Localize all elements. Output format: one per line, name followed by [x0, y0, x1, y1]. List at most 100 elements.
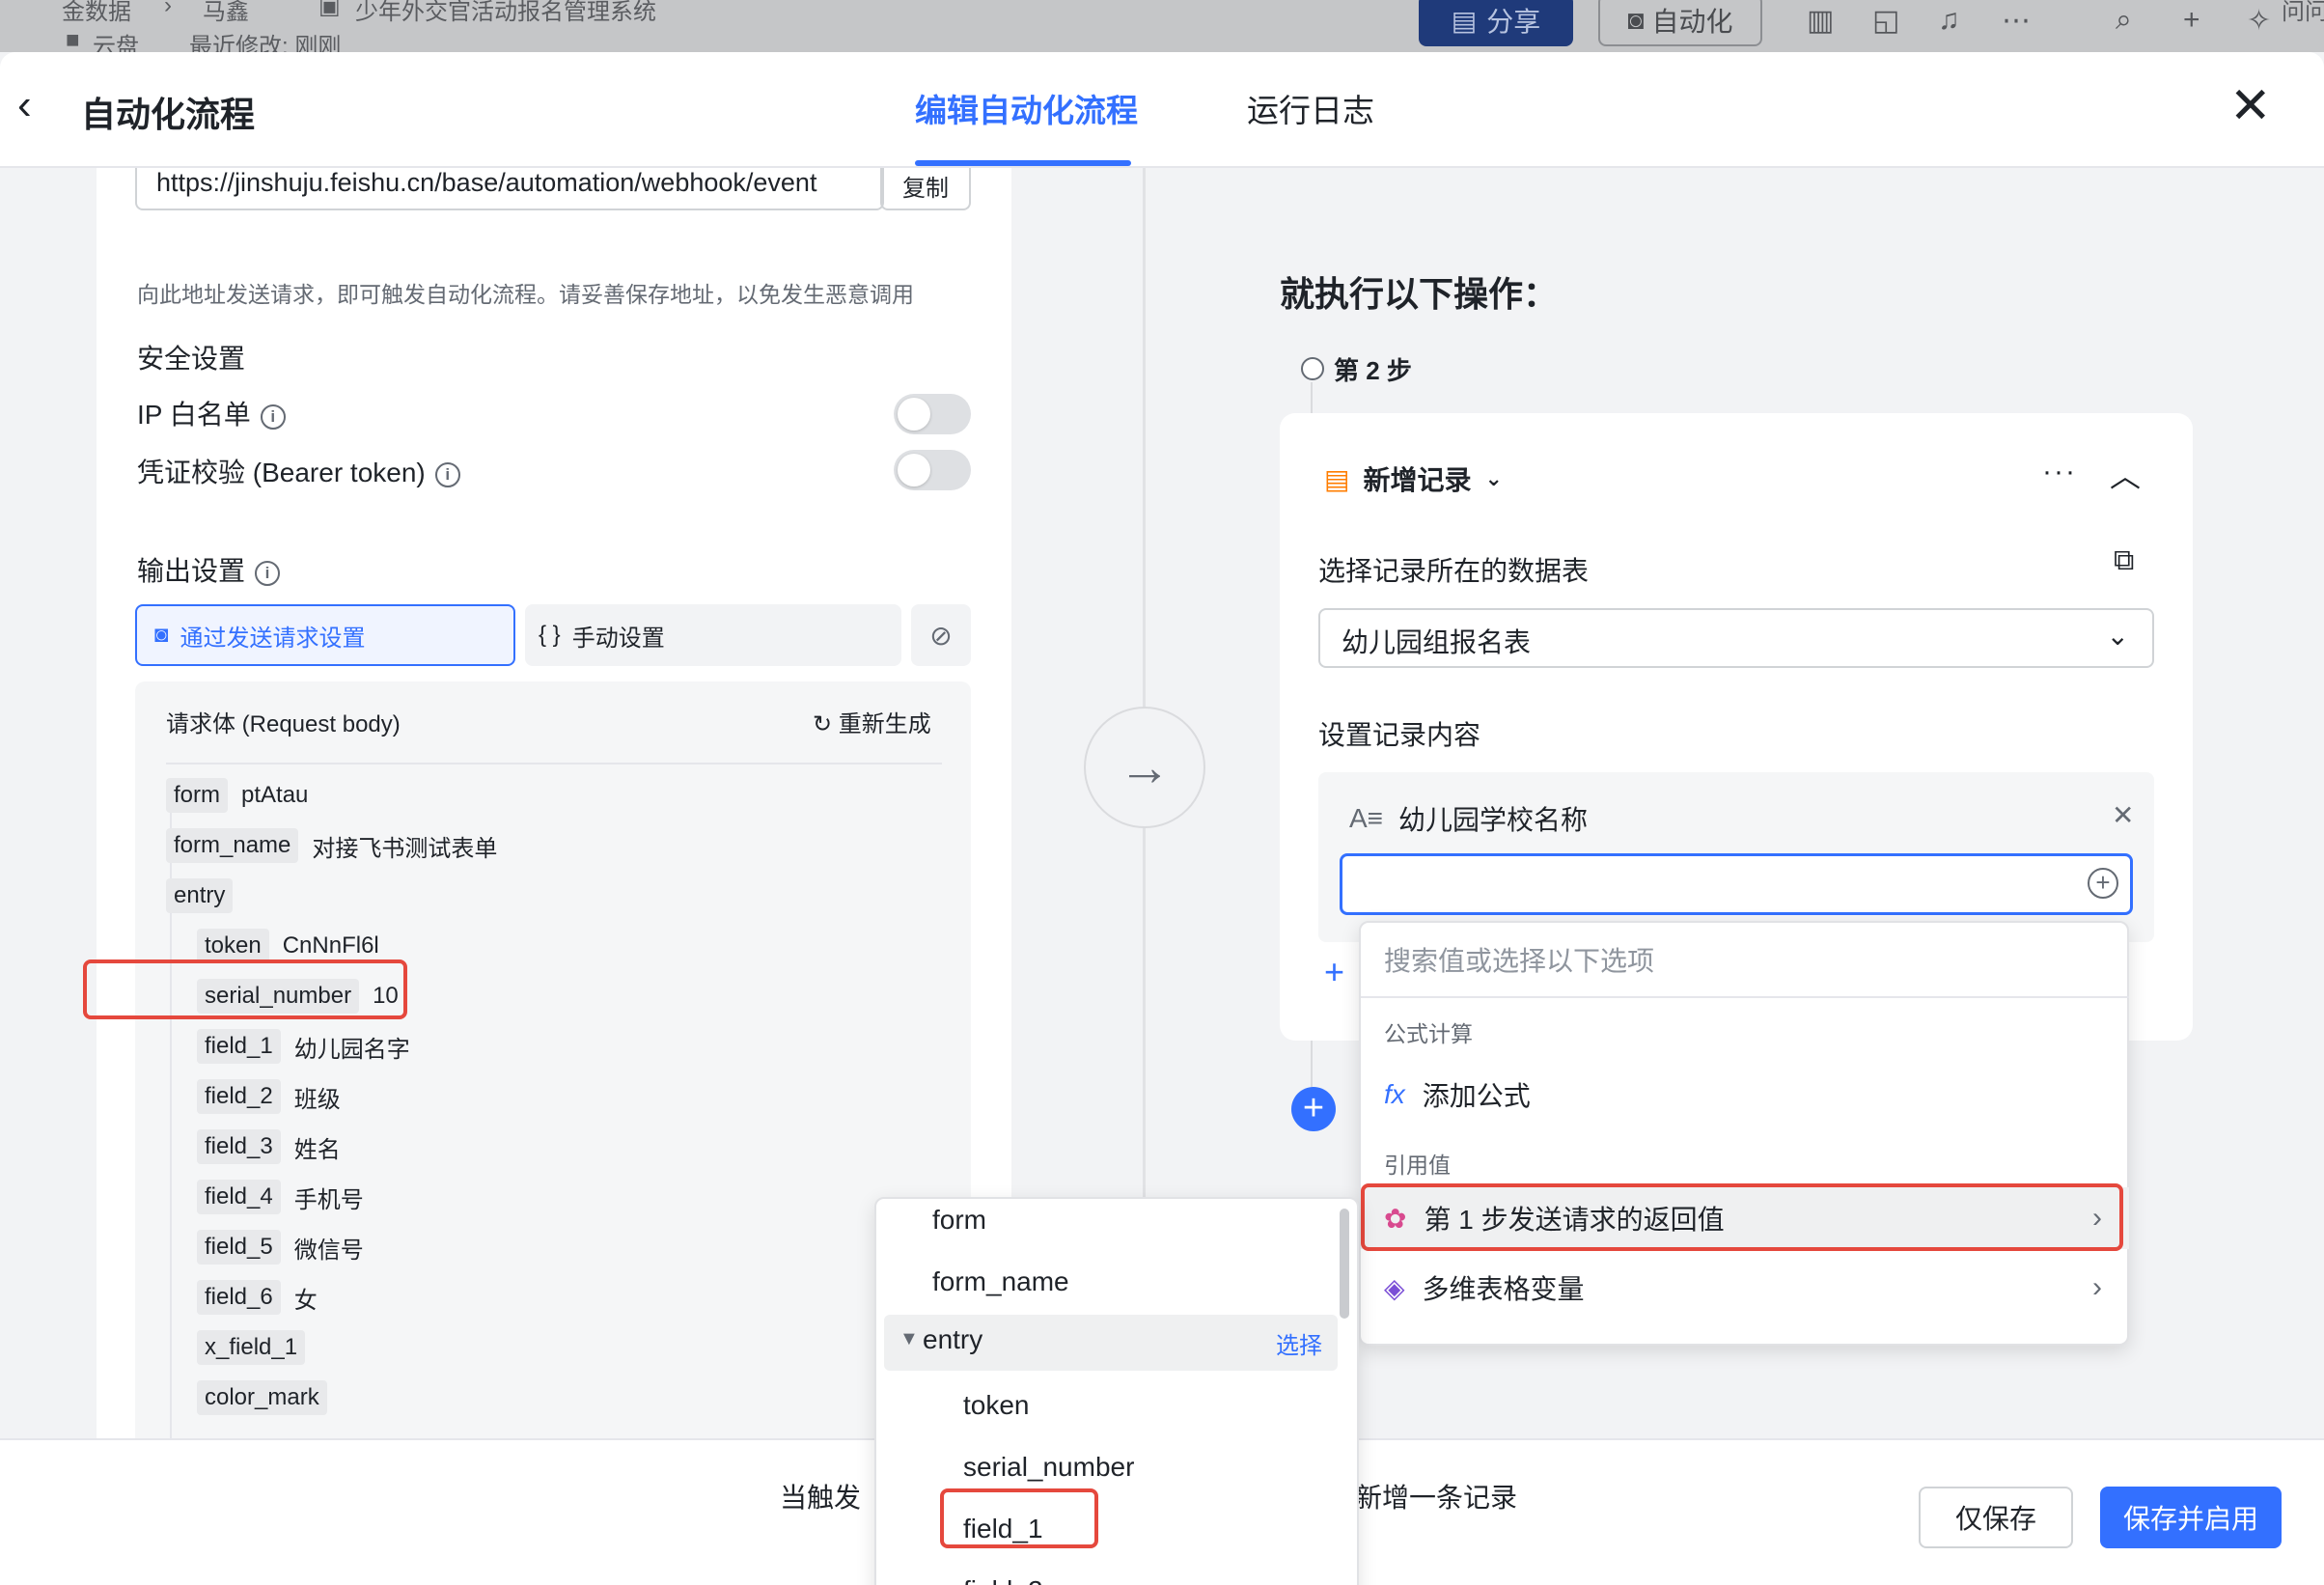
json-row: x_field_1	[197, 1330, 306, 1365]
output-title: 输出设置 i	[137, 550, 281, 589]
chevron-down-icon: ⌄	[2106, 621, 2129, 651]
folder-icon: ■	[66, 27, 80, 52]
ask-label[interactable]: 问问	[2282, 0, 2324, 26]
more-icon[interactable]: ···	[2042, 456, 2077, 488]
info-icon[interactable]: i	[260, 403, 286, 430]
add-field-icon[interactable]: +	[1324, 952, 1344, 992]
json-row: field_2 班级	[197, 1079, 341, 1114]
record-content-label: 设置记录内容	[1318, 720, 1481, 750]
output-option-request[interactable]: ◙ 通过发送请求设置	[135, 604, 515, 666]
action-heading: 就执行以下操作：	[1280, 274, 1559, 314]
group-label: 公式计算	[1384, 1021, 1473, 1046]
breadcrumb-item[interactable]: 马鑫	[203, 0, 249, 26]
automation-button[interactable]: ◙ 自动化	[1598, 0, 1762, 46]
chevron-left-icon[interactable]: ‹	[17, 81, 32, 129]
flow-summary-tail: 新增一条记录	[1355, 1483, 1518, 1513]
save-enable-button[interactable]: 保存并启用	[2100, 1487, 2282, 1548]
ip-whitelist-toggle[interactable]	[894, 394, 971, 434]
divider	[166, 763, 942, 765]
layers-icon: ◈	[1384, 1272, 1405, 1303]
tab-edit-flow[interactable]: 编辑自动化流程	[915, 85, 1138, 131]
app-topbar: 金数据 › 马鑫 ▣ 少年外交官活动报名管理系统 ■ 云盘 最近修改: 刚刚 ▤…	[0, 0, 2324, 52]
action-type-selector[interactable]: ▤ 新增记录 ⌄	[1324, 459, 1503, 498]
share-icon: ▤	[1451, 5, 1478, 36]
form-icon[interactable]: ▥	[1807, 4, 1834, 38]
plugin-icon[interactable]: ◱	[1872, 4, 1899, 38]
field-name: A≡ 幼儿园学校名称	[1349, 803, 1589, 835]
ban-icon: ⊘	[929, 620, 953, 651]
json-row: field_1 幼儿园名字	[197, 1029, 410, 1064]
add-circle-icon[interactable]: +	[2088, 868, 2118, 899]
webhook-url-field[interactable]: https://jinshuju.feishu.cn/base/automati…	[135, 168, 884, 210]
bearer-token-toggle[interactable]	[894, 450, 971, 490]
table-select[interactable]: 幼儿园组报名表 ⌄	[1318, 608, 2154, 668]
modified-label: 最近修改: 刚刚	[189, 34, 342, 52]
request-body-title: 请求体 (Request body)	[166, 711, 401, 737]
field-option[interactable]: token	[963, 1390, 1030, 1421]
field-value-input[interactable]: +	[1340, 853, 2133, 915]
modal-header: ‹ 自动化流程 编辑自动化流程 运行日志 ✕	[0, 52, 2324, 168]
field-option[interactable]: serial_number	[963, 1452, 1134, 1483]
app-icon: ▣	[318, 0, 341, 19]
robot-icon: ◙	[1627, 5, 1645, 35]
info-icon[interactable]: i	[434, 461, 460, 487]
highlight-box	[1361, 1183, 2123, 1251]
sparkle-icon[interactable]: ✧	[2247, 4, 2271, 38]
regenerate-button[interactable]: ↻ 重新生成	[813, 705, 931, 738]
app-name[interactable]: 少年外交官活动报名管理系统	[355, 0, 656, 26]
ref-table-vars-item[interactable]: ◈ 多维表格变量 ›	[1361, 1257, 2129, 1319]
output-option-none[interactable]: ⊘	[911, 604, 971, 666]
highlight-box	[940, 1488, 1098, 1548]
location-label[interactable]: 云盘	[93, 27, 139, 52]
field-option[interactable]: field_2	[963, 1575, 1043, 1585]
json-row: entry	[166, 878, 234, 913]
group-label: 引用值	[1384, 1153, 1451, 1178]
json-row: field_3 姓名	[197, 1129, 341, 1164]
external-link-icon[interactable]: ⧉	[2114, 544, 2134, 577]
json-row: field_6 女	[197, 1280, 318, 1315]
search-icon[interactable]: ⌕	[2116, 4, 2132, 37]
save-button[interactable]: 仅保存	[1919, 1487, 2074, 1548]
more-icon[interactable]: ⋯	[2002, 4, 2031, 38]
add-icon[interactable]: +	[2183, 4, 2200, 37]
add-formula-item[interactable]: fx 添加公式	[1361, 1064, 2129, 1126]
picker-search-input[interactable]: 搜索值或选择以下选项	[1384, 940, 1654, 979]
info-icon[interactable]: i	[255, 560, 281, 586]
field-option[interactable]: form_name	[932, 1266, 1069, 1297]
field-option-expanded[interactable]: ▼ entry 选择	[884, 1315, 1338, 1371]
record-icon: ▤	[1324, 463, 1350, 494]
security-title: 安全设置	[137, 344, 246, 374]
step-label: 第 2 步	[1334, 356, 1412, 385]
bell-icon[interactable]: ♫	[1938, 4, 1960, 37]
json-row: field_5 微信号	[197, 1230, 364, 1265]
value-picker-dropdown: 搜索值或选择以下选项 公式计算 fx 添加公式 引用值 ✿ 第 1 步发送请求的返回…	[1359, 921, 2129, 1346]
caret-down-icon[interactable]: ▼	[899, 1328, 919, 1350]
robot-icon: ◙	[154, 622, 169, 648]
bearer-token-label: 凭证校验 (Bearer token) i	[137, 452, 460, 490]
json-row: form_name 对接飞书测试表单	[166, 828, 497, 863]
select-link[interactable]: 选择	[1276, 1326, 1322, 1360]
close-icon[interactable]: ✕	[2229, 77, 2272, 135]
arrow-right-icon: →	[1084, 707, 1205, 828]
formula-icon: fx	[1384, 1079, 1405, 1109]
scrollbar[interactable]	[1340, 1209, 1349, 1319]
breadcrumb-item[interactable]: 金数据	[62, 0, 131, 26]
tab-run-log[interactable]: 运行日志	[1247, 85, 1374, 131]
chevron-up-icon[interactable]: ︿	[2110, 452, 2141, 496]
chevron-right-icon: ›	[2092, 1271, 2102, 1303]
share-button[interactable]: ▤ 分享	[1419, 0, 1573, 46]
remove-field-icon[interactable]: ✕	[2112, 799, 2134, 831]
chevron-down-icon: ⌄	[1484, 466, 1503, 490]
highlight-box	[83, 959, 407, 1019]
field-option[interactable]: form	[932, 1205, 986, 1236]
text-field-icon: A≡	[1349, 803, 1384, 833]
breadcrumb-separator: ›	[164, 0, 172, 18]
json-row: form ptAtau	[166, 778, 308, 813]
page-title: 自动化流程	[81, 95, 256, 134]
add-step-button[interactable]: +	[1291, 1087, 1336, 1131]
flow-summary: 当触发	[780, 1483, 862, 1513]
copy-button[interactable]: 复制	[880, 168, 971, 210]
tab-active-indicator	[915, 160, 1131, 166]
ip-whitelist-label: IP 白名单 i	[137, 394, 286, 432]
output-option-manual[interactable]: { } 手动设置	[525, 604, 901, 666]
